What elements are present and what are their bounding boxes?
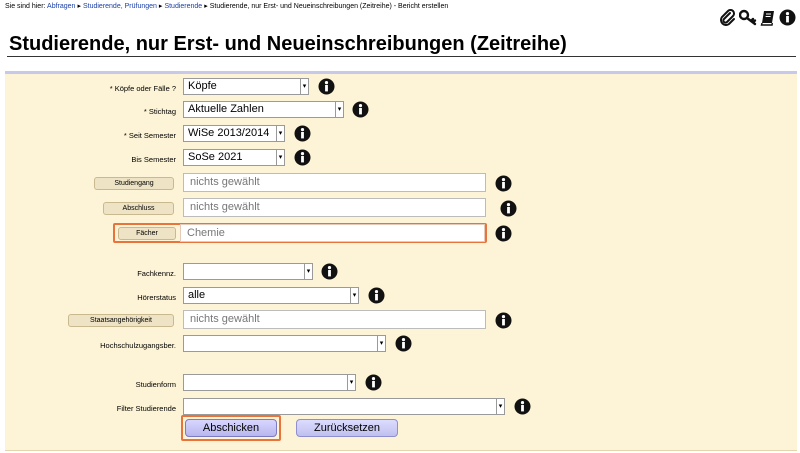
chevron-down-icon: ▾ xyxy=(350,288,358,303)
breadcrumb-prefix: Sie sind hier: xyxy=(5,3,46,10)
studienform-label: Studienform xyxy=(135,380,176,389)
title-divider xyxy=(7,56,796,57)
breadcrumb-link-abfragen[interactable]: Abfragen xyxy=(47,3,75,10)
koepfe-select[interactable]: Köpfe ▾ xyxy=(183,78,309,95)
info-icon[interactable] xyxy=(321,263,338,280)
hoererstatus-label: Hörerstatus xyxy=(137,293,176,302)
submit-button[interactable]: Abschicken xyxy=(185,419,277,437)
chevron-down-icon: ▾ xyxy=(496,399,504,414)
chevron-down-icon: ▾ xyxy=(276,150,284,165)
paperclip-icon[interactable] xyxy=(719,9,736,26)
info-icon[interactable] xyxy=(368,287,385,304)
chevron-down-icon: ▾ xyxy=(276,126,284,141)
info-icon[interactable] xyxy=(779,9,796,26)
info-icon[interactable] xyxy=(294,125,311,142)
chevron-right-icon: ▸ xyxy=(77,3,81,10)
chevron-down-icon: ▾ xyxy=(300,79,308,94)
seit-semester-select[interactable]: WiSe 2013/2014 ▾ xyxy=(183,125,285,142)
info-icon[interactable] xyxy=(294,149,311,166)
seit-semester-value: WiSe 2013/2014 xyxy=(188,127,270,139)
staatsangehoerigkeit-field[interactable]: nichts gewählt xyxy=(183,310,486,329)
info-icon[interactable] xyxy=(495,225,512,242)
info-icon[interactable] xyxy=(318,78,335,95)
studiengang-button[interactable]: Studiengang xyxy=(94,177,174,190)
book-icon[interactable] xyxy=(760,9,776,26)
chevron-down-icon: ▾ xyxy=(347,375,355,390)
page-title: Studierende, nur Erst- und Neueinschreib… xyxy=(9,33,567,55)
toolbar xyxy=(719,9,796,26)
koepfe-value: Köpfe xyxy=(188,80,217,92)
studiengang-field[interactable]: nichts gewählt xyxy=(183,173,486,192)
koepfe-label: * Köpfe oder Fälle ? xyxy=(109,84,176,93)
chevron-down-icon: ▾ xyxy=(304,264,312,279)
info-icon[interactable] xyxy=(495,312,512,329)
hochschulzugangsber-select[interactable]: ▾ xyxy=(183,335,386,352)
info-icon[interactable] xyxy=(352,101,369,118)
fachkennz-label: Fachkennz. xyxy=(137,269,176,278)
seit-semester-label: * Seit Semester xyxy=(123,131,176,140)
studienform-select[interactable]: ▾ xyxy=(183,374,356,391)
chevron-down-icon: ▾ xyxy=(335,102,343,117)
stichtag-select[interactable]: Aktuelle Zahlen ▾ xyxy=(183,101,344,118)
abschluss-field[interactable]: nichts gewählt xyxy=(183,198,486,217)
stichtag-value: Aktuelle Zahlen xyxy=(188,103,264,115)
breadcrumb-link-studierende[interactable]: Studierende xyxy=(164,3,202,10)
chevron-down-icon: ▾ xyxy=(377,336,385,351)
stichtag-label: * Stichtag xyxy=(143,107,176,116)
bis-semester-value: SoSe 2021 xyxy=(188,151,243,163)
info-icon[interactable] xyxy=(500,200,517,217)
breadcrumb: Sie sind hier: Abfragen ▸ Studierende, Prü… xyxy=(5,2,448,10)
reset-button[interactable]: Zurücksetzen xyxy=(296,419,398,437)
bis-semester-select[interactable]: SoSe 2021 ▾ xyxy=(183,149,285,166)
filter-studierende-label: Filter Studierende xyxy=(116,404,176,413)
bis-semester-label: Bis Semester xyxy=(131,155,176,164)
fachkennz-select[interactable]: ▾ xyxy=(183,263,313,280)
info-icon[interactable] xyxy=(495,175,512,192)
chevron-right-icon: ▸ xyxy=(204,3,208,10)
breadcrumb-current: Studierende, nur Erst- und Neueinschreib… xyxy=(209,3,449,10)
faecher-button[interactable]: Fächer xyxy=(118,227,176,240)
hoererstatus-value: alle xyxy=(188,289,206,301)
staatsangehoerigkeit-button[interactable]: Staatsangehörigkeit xyxy=(68,314,174,327)
abschluss-button[interactable]: Abschluss xyxy=(103,202,174,215)
info-icon[interactable] xyxy=(395,335,412,352)
key-icon[interactable] xyxy=(739,9,757,26)
filter-studierende-select[interactable]: ▾ xyxy=(183,398,505,415)
breadcrumb-link-studierende-pruefungen[interactable]: Studierende, Prüfungen xyxy=(83,3,157,10)
info-icon[interactable] xyxy=(514,398,531,415)
faecher-field[interactable]: Chemie xyxy=(180,224,485,242)
hochschulzugangsber-label: Hochschulzugangsber. xyxy=(100,341,176,350)
hoererstatus-select[interactable]: alle ▾ xyxy=(183,287,359,304)
info-icon[interactable] xyxy=(365,374,382,391)
